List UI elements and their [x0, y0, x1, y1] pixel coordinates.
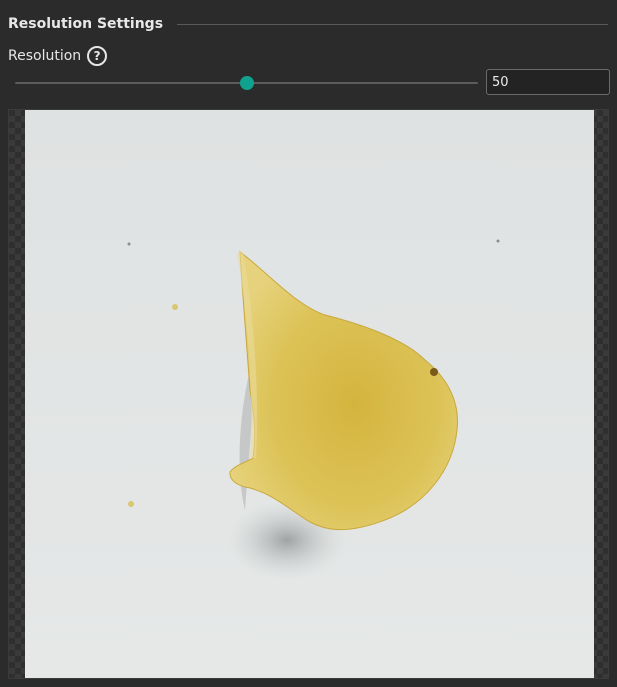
section-divider: [177, 23, 608, 25]
section-header: Resolution Settings: [8, 13, 608, 35]
image-preview: [8, 109, 609, 679]
slider-thumb[interactable]: [240, 76, 254, 90]
resolution-label: Resolution: [8, 48, 82, 64]
resolution-slider[interactable]: [15, 73, 478, 93]
resolution-label-row: Resolution ?: [8, 45, 108, 67]
section-title: Resolution Settings: [8, 16, 164, 32]
preview-image: [25, 110, 594, 678]
question-circle-icon[interactable]: ?: [87, 46, 108, 66]
resolution-value-input[interactable]: [486, 69, 610, 95]
resolution-settings-panel: Resolution Settings Resolution ?: [0, 0, 617, 687]
